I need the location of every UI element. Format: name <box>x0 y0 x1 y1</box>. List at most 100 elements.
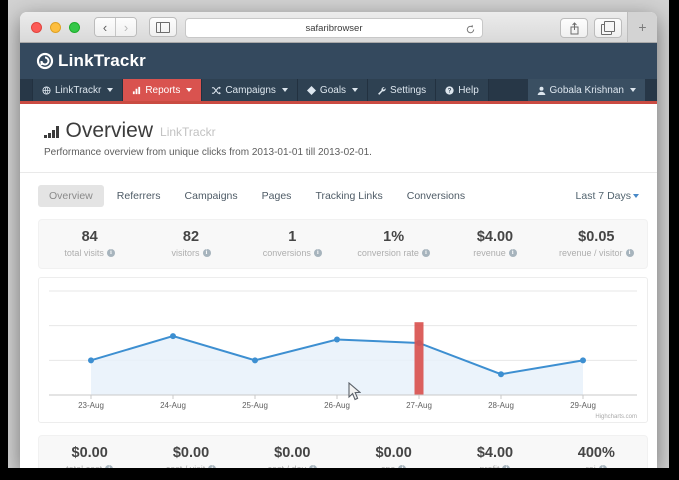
x-axis-label: 24-Aug <box>160 401 186 410</box>
forward-button[interactable]: › <box>115 18 136 36</box>
share-icon <box>569 22 580 35</box>
stat-value: $4.00 <box>444 445 545 461</box>
tab-campaigns[interactable]: Campaigns <box>174 185 249 207</box>
new-tab-button[interactable]: + <box>627 12 657 42</box>
stat-visitors: 82 visitorsi <box>140 229 241 258</box>
stat-conversion-rate: 1% conversion ratei <box>343 229 444 258</box>
nav-item-help[interactable]: ? Help <box>436 79 489 101</box>
nav-label: Help <box>458 85 479 96</box>
stat-value: 84 <box>39 229 140 245</box>
chart-credit[interactable]: Highcharts.com <box>595 414 637 420</box>
tab-conversions[interactable]: Conversions <box>396 185 476 207</box>
bar-chart-icon <box>132 86 141 95</box>
plus-icon: + <box>638 19 646 35</box>
linktrackr-logo[interactable]: LinkTrackr <box>36 51 146 71</box>
shuffle-icon <box>211 86 221 95</box>
data-point-23-Aug[interactable] <box>88 357 94 363</box>
app-header: LinkTrackr <box>20 43 657 79</box>
address-bar[interactable]: safaribrowser <box>185 18 483 38</box>
reload-icon[interactable] <box>465 22 476 40</box>
zoom-window-button[interactable] <box>69 22 80 33</box>
stat-label: total visits <box>64 248 104 258</box>
area-fill <box>91 336 583 395</box>
nav-label: Goals <box>320 85 346 96</box>
sidebar-icon <box>156 22 170 33</box>
visits-area-chart[interactable]: 23-Aug24-Aug25-Aug26-Aug27-Aug28-Aug29-A… <box>39 278 647 422</box>
stat-label: revenue <box>473 248 506 258</box>
data-point-29-Aug[interactable] <box>580 357 586 363</box>
info-icon[interactable]: i <box>105 465 113 468</box>
stat-label: cost / visit <box>166 464 206 468</box>
chevron-down-icon <box>630 88 636 92</box>
stat-label: conversions <box>263 248 311 258</box>
stat-total-visits: 84 total visitsi <box>39 229 140 258</box>
page-title-suffix: LinkTrackr <box>160 125 216 141</box>
info-icon[interactable]: i <box>509 249 517 257</box>
user-menu[interactable]: Gobala Krishnan <box>528 79 646 101</box>
stat-label: cpa <box>381 464 396 468</box>
date-range-dropdown[interactable]: Last 7 Days <box>576 190 639 202</box>
section-divider <box>20 172 657 173</box>
history-nav-group: ‹ › <box>94 17 137 37</box>
data-point-28-Aug[interactable] <box>498 371 504 377</box>
stat-value: 82 <box>140 229 241 245</box>
tab-referrers[interactable]: Referrers <box>106 185 172 207</box>
data-point-25-Aug[interactable] <box>252 357 258 363</box>
info-icon[interactable]: i <box>314 249 322 257</box>
stat-value: $0.00 <box>343 445 444 461</box>
tab-overview[interactable]: Overview <box>38 185 104 207</box>
date-range-label: Last 7 Days <box>576 190 631 202</box>
stat-label: cost / day <box>268 464 307 468</box>
info-icon[interactable]: i <box>599 465 607 468</box>
stat-label: conversion rate <box>357 248 419 258</box>
nav-item-campaigns[interactable]: Campaigns <box>202 79 298 101</box>
nav-label: Reports <box>145 85 180 96</box>
logo-text: LinkTrackr <box>58 51 146 71</box>
info-icon[interactable]: i <box>626 249 634 257</box>
stats-panel-bottom: $0.00 total costi $0.00 cost / visiti $0… <box>38 435 648 468</box>
chevron-down-icon <box>282 88 288 92</box>
page-subtitle: Performance overview from unique clicks … <box>44 147 657 158</box>
nav-label: Settings <box>390 85 426 96</box>
share-button[interactable] <box>560 18 588 38</box>
x-axis-label: 29-Aug <box>570 401 596 410</box>
info-icon[interactable]: i <box>398 465 406 468</box>
info-icon[interactable]: i <box>502 465 510 468</box>
data-point-26-Aug[interactable] <box>334 337 340 343</box>
x-axis-label: 25-Aug <box>242 401 268 410</box>
nav-item-settings[interactable]: Settings <box>368 79 436 101</box>
conversion-column[interactable] <box>415 322 424 395</box>
chevron-down-icon <box>352 88 358 92</box>
nav-item-linktrackr[interactable]: LinkTrackr <box>32 79 123 101</box>
stat-revenue: $4.00 revenuei <box>444 229 545 258</box>
stat-cost-per-visit: $0.00 cost / visiti <box>140 445 241 468</box>
nav-item-reports[interactable]: Reports <box>123 79 202 101</box>
stat-value: $0.05 <box>546 229 647 245</box>
overview-bars-icon <box>44 126 59 141</box>
app-nav: LinkTrackr Reports Campaigns Goals Setti… <box>20 79 657 104</box>
stat-label: roi <box>586 464 596 468</box>
info-icon[interactable]: i <box>422 249 430 257</box>
user-name: Gobala Krishnan <box>550 85 625 96</box>
info-icon[interactable]: i <box>107 249 115 257</box>
back-button[interactable]: ‹ <box>95 18 115 36</box>
tab-pages[interactable]: Pages <box>251 185 303 207</box>
stat-value: $4.00 <box>444 229 545 245</box>
x-axis-label: 27-Aug <box>406 401 432 410</box>
nav-item-goals[interactable]: Goals <box>298 79 368 101</box>
info-icon[interactable]: i <box>208 465 216 468</box>
page-title: Overview <box>66 120 154 141</box>
close-window-button[interactable] <box>31 22 42 33</box>
minimize-window-button[interactable] <box>50 22 61 33</box>
sidebar-toggle-button[interactable] <box>149 17 177 37</box>
address-text: safaribrowser <box>305 23 362 34</box>
stat-roi: 400% roii <box>546 445 647 468</box>
x-axis-label: 28-Aug <box>488 401 514 410</box>
stat-revenue-per-visitor: $0.05 revenue / visitori <box>546 229 647 258</box>
info-icon[interactable]: i <box>203 249 211 257</box>
show-all-tabs-button[interactable] <box>594 18 622 38</box>
data-point-24-Aug[interactable] <box>170 333 176 339</box>
chevron-down-icon <box>633 194 639 198</box>
tab-tracking-links[interactable]: Tracking Links <box>304 185 393 207</box>
info-icon[interactable]: i <box>309 465 317 468</box>
